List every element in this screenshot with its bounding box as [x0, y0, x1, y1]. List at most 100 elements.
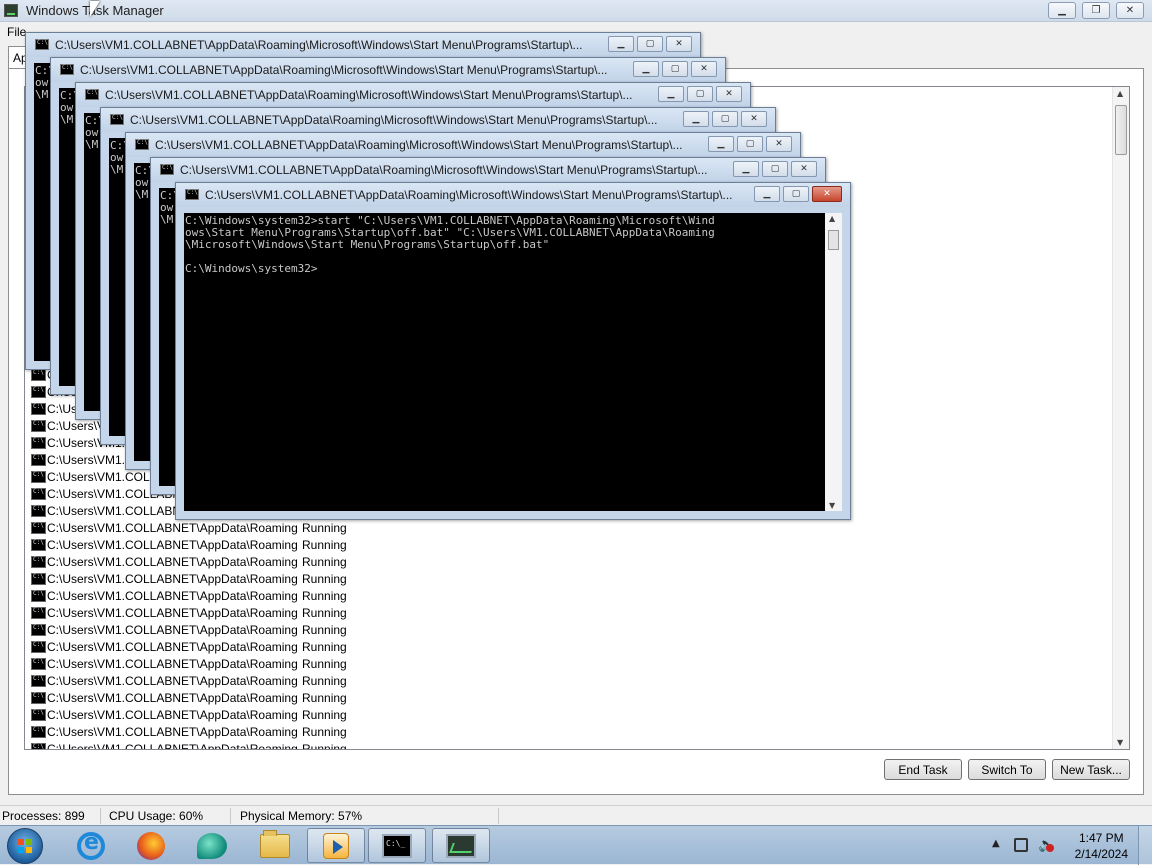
task-row[interactable]: C:\Users\VM1.COLLABNET\AppData\Roaming\M…: [29, 724, 369, 741]
console-icon: [31, 369, 46, 381]
scroll-down-icon[interactable]: ▼: [1117, 738, 1123, 747]
console-titlebar[interactable]: C:\Users\VM1.COLLABNET\AppData\Roaming\M…: [176, 183, 850, 207]
file-explorer-button[interactable]: [246, 828, 304, 863]
console-maximize-button[interactable]: ▢: [737, 136, 763, 152]
task-name: C:\Users\VM1.COLLABNET\AppData\Roaming\M…: [47, 691, 297, 705]
console-minimize-button[interactable]: ▁: [658, 86, 684, 102]
task-row[interactable]: C:\Users\VM1.COLLABNET\AppData\Roaming\M…: [29, 537, 369, 554]
console-icon: [110, 114, 124, 125]
console-icon: [31, 607, 46, 619]
console-titlebar[interactable]: C:\Users\VM1.COLLABNET\AppData\Roaming\M…: [126, 133, 800, 157]
task-status: Running: [302, 572, 347, 586]
task-row[interactable]: C:\Users\VM1.COLLABNET\AppData\Roaming\M…: [29, 741, 369, 750]
command-prompt-button[interactable]: [368, 828, 426, 863]
console-titlebar[interactable]: C:\Users\VM1.COLLABNET\AppData\Roaming\M…: [76, 83, 750, 107]
task-name: C:\Users\VM1.COLLABNET\AppData\Roaming\M…: [47, 538, 297, 552]
restore-button[interactable]: ❐: [1082, 2, 1110, 19]
mute-indicator-icon: [1046, 844, 1054, 852]
console-icon: [31, 573, 46, 585]
media-player-button[interactable]: [307, 828, 365, 863]
task-row[interactable]: C:\Users\VM1.COLLABNET\AppData\Roaming\M…: [29, 588, 369, 605]
task-row[interactable]: C:\Users\VM1.COLLABNET\AppData\Roaming\M…: [29, 690, 369, 707]
task-status: Running: [302, 742, 347, 750]
task-status: Running: [302, 691, 347, 705]
console-title: C:\Users\VM1.COLLABNET\AppData\Roaming\M…: [105, 88, 633, 102]
console-minimize-button[interactable]: ▁: [708, 136, 734, 152]
task-row[interactable]: C:\Users\VM1.COLLABNET\AppData\Roaming\M…: [29, 605, 369, 622]
console-icon: [31, 726, 46, 738]
task-row[interactable]: C:\Users\VM1.COLLABNET\AppData\Roaming\M…: [29, 520, 369, 537]
scroll-thumb[interactable]: [828, 230, 839, 250]
console-minimize-button[interactable]: ▁: [754, 186, 780, 202]
system-tray: ▲ 🔈: [992, 826, 1152, 865]
console-titlebar[interactable]: C:\Users\VM1.COLLABNET\AppData\Roaming\M…: [26, 33, 700, 57]
console-close-button[interactable]: ✕: [812, 186, 842, 202]
console-maximize-button[interactable]: ▢: [687, 86, 713, 102]
start-button[interactable]: [7, 828, 43, 864]
console-close-button[interactable]: ✕: [741, 111, 767, 127]
task-status: Running: [302, 725, 347, 739]
console-minimize-button[interactable]: ▁: [633, 61, 659, 77]
task-row[interactable]: C:\Users\VM1.COLLABNET\AppData\Roaming\M…: [29, 673, 369, 690]
task-status: Running: [302, 606, 347, 620]
console-icon: [31, 556, 46, 568]
clock[interactable]: 1:47 PM 2/14/2024: [1075, 830, 1128, 862]
console-close-button[interactable]: ✕: [766, 136, 792, 152]
scroll-up-icon[interactable]: ▲: [1117, 89, 1123, 98]
console-icon: [31, 437, 46, 449]
console-titlebar[interactable]: C:\Users\VM1.COLLABNET\AppData\Roaming\M…: [151, 158, 825, 182]
scroll-down-icon[interactable]: ▼: [829, 501, 835, 510]
task-status: Running: [302, 555, 347, 569]
console-titlebar[interactable]: C:\Users\VM1.COLLABNET\AppData\Roaming\M…: [51, 58, 725, 82]
scroll-up-icon[interactable]: ▲: [829, 214, 835, 223]
task-row[interactable]: C:\Users\VM1.COLLABNET\AppData\Roaming\M…: [29, 639, 369, 656]
show-desktop-button[interactable]: [1138, 826, 1152, 865]
console-output[interactable]: C:\Windows\system32>start "C:\Users\VM1.…: [184, 213, 825, 511]
task-status: Running: [302, 521, 347, 535]
console-minimize-button[interactable]: ▁: [683, 111, 709, 127]
new-task-button[interactable]: New Task...: [1052, 759, 1130, 780]
task-list-scrollbar[interactable]: ▲ ▼: [1112, 87, 1129, 749]
end-task-button[interactable]: End Task: [884, 759, 962, 780]
task-row[interactable]: C:\Users\VM1.COLLABNET\AppData\Roaming\M…: [29, 656, 369, 673]
status-divider: [230, 808, 231, 824]
console-maximize-button[interactable]: ▢: [662, 61, 688, 77]
chat-app-button[interactable]: [183, 828, 241, 863]
console-titlebar[interactable]: C:\Users\VM1.COLLABNET\AppData\Roaming\M…: [101, 108, 775, 132]
console-maximize-button[interactable]: ▢: [783, 186, 809, 202]
console-close-button[interactable]: ✕: [666, 36, 692, 52]
scroll-thumb[interactable]: [1115, 105, 1127, 155]
menu-file[interactable]: File: [7, 25, 26, 39]
task-manager-taskbar-button[interactable]: [432, 828, 490, 863]
console-close-button[interactable]: ✕: [716, 86, 742, 102]
task-row[interactable]: C:\Users\VM1.COLLABNET\AppData\Roaming\M…: [29, 554, 369, 571]
console-close-button[interactable]: ✕: [791, 161, 817, 177]
console-caption-buttons: ▁ ▢ ✕: [733, 161, 817, 177]
taskmanager-titlebar[interactable]: Windows Task Manager ▁ ❐ ✕: [0, 0, 1152, 22]
switch-to-button[interactable]: Switch To: [968, 759, 1046, 780]
task-row[interactable]: C:\Users\VM1.COLLABNET\AppData\Roaming\M…: [29, 622, 369, 639]
task-name: C:\Users\VM1.COLLABNET\AppData\Roaming\M…: [47, 708, 297, 722]
console-icon: [31, 709, 46, 721]
console-minimize-button[interactable]: ▁: [608, 36, 634, 52]
task-row[interactable]: C:\Users\VM1.COLLABNET\AppData\Roaming\M…: [29, 571, 369, 588]
console-maximize-button[interactable]: ▢: [762, 161, 788, 177]
console-scrollbar[interactable]: ▲▼: [825, 213, 842, 511]
caption-buttons: ▁ ❐ ✕: [1048, 2, 1144, 19]
task-name: C:\Users\VM1.COLLABNET\AppData\Roaming\M…: [47, 589, 297, 603]
network-icon[interactable]: [1014, 838, 1028, 852]
show-hidden-icons-icon[interactable]: ▲: [992, 838, 1000, 849]
firefox-button[interactable]: [122, 828, 180, 863]
console-maximize-button[interactable]: ▢: [637, 36, 663, 52]
internet-explorer-button[interactable]: [62, 828, 120, 863]
task-row[interactable]: C:\Users\VM1.COLLABNET\AppData\Roaming\M…: [29, 707, 369, 724]
console-title: C:\Users\VM1.COLLABNET\AppData\Roaming\M…: [155, 138, 683, 152]
console-close-button[interactable]: ✕: [691, 61, 717, 77]
console-minimize-button[interactable]: ▁: [733, 161, 759, 177]
minimize-button[interactable]: ▁: [1048, 2, 1076, 19]
console-window[interactable]: C:\Users\VM1.COLLABNET\AppData\Roaming\M…: [175, 182, 851, 520]
close-button[interactable]: ✕: [1116, 2, 1144, 19]
task-name: C:\Users\VM1.COLLABNET\AppData\Roaming\M…: [47, 725, 297, 739]
console-maximize-button[interactable]: ▢: [712, 111, 738, 127]
console-icon: [31, 539, 46, 551]
